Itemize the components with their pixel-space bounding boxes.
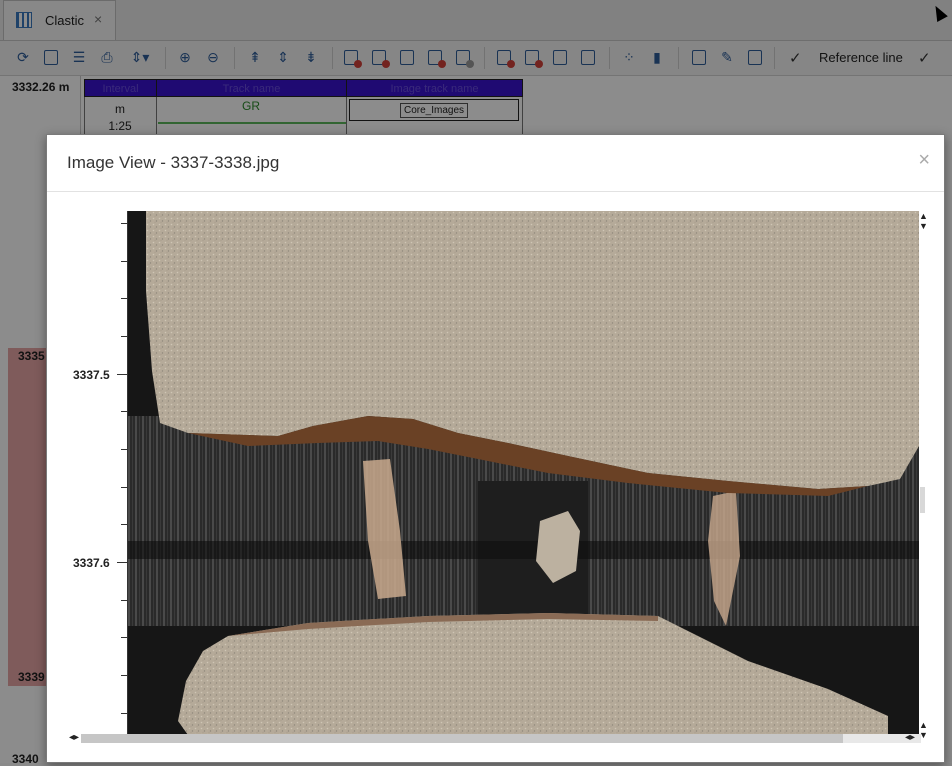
dialog-close-icon[interactable]: ×: [918, 149, 930, 172]
axis-tick: [121, 487, 127, 488]
depth-axis: [117, 211, 128, 735]
dialog-header: Image View - 3337-3338.jpg ×: [47, 135, 944, 192]
axis-tick: [121, 223, 127, 224]
axis-tick: [117, 374, 127, 375]
horizontal-scrollbar-thumb[interactable]: [81, 734, 843, 743]
depth-tick-label: 3337.6: [73, 556, 110, 570]
axis-tick: [121, 411, 127, 412]
axis-tick: [121, 713, 127, 714]
axis-tick: [121, 524, 127, 525]
axis-tick: [121, 637, 127, 638]
core-image[interactable]: [128, 211, 919, 735]
scroll-left-icon[interactable]: ◂▸: [69, 732, 79, 743]
axis-tick: [121, 298, 127, 299]
depth-tick-label: 3337.5: [73, 368, 110, 382]
image-view-dialog: Image View - 3337-3338.jpg × 3337.5 3337…: [46, 134, 945, 763]
axis-tick: [121, 261, 127, 262]
axis-tick: [121, 336, 127, 337]
scroll-up-icon[interactable]: ▲ ▼: [919, 211, 928, 231]
horizontal-scrollbar[interactable]: [81, 734, 921, 743]
dialog-title: Image View - 3337-3338.jpg: [67, 153, 280, 172]
axis-tick: [121, 675, 127, 676]
axis-tick: [121, 600, 127, 601]
axis-tick: [121, 449, 127, 450]
scroll-right-icon[interactable]: ◂▸: [905, 732, 915, 743]
axis-tick: [117, 562, 127, 563]
vertical-scrollbar-thumb[interactable]: [920, 487, 925, 513]
core-photo-graphic: [128, 211, 919, 735]
